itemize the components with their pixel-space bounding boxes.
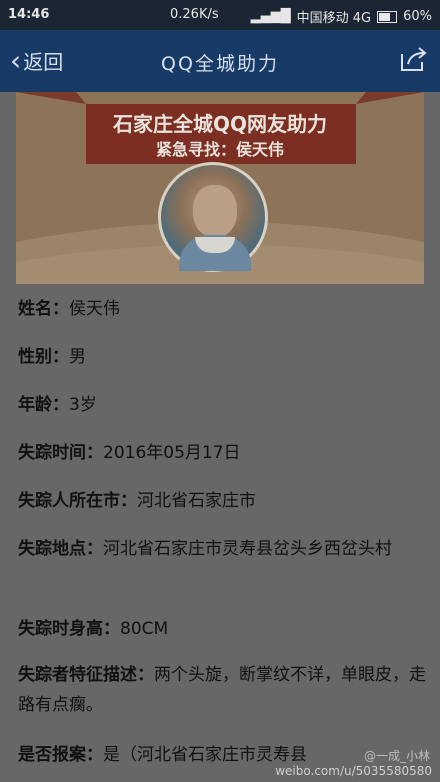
field-gender: 性别：男 xyxy=(18,342,428,372)
page-title: QQ全城助力 xyxy=(161,53,279,75)
nav-bar: ‹ 返回 QQ全城助力 xyxy=(0,30,440,92)
status-battery: 60% xyxy=(403,9,432,24)
field-location: 失踪地点：河北省石家庄市灵寿县岔头乡西岔头村 xyxy=(18,534,428,564)
banner-title: 石家庄全城QQ网友助力 xyxy=(112,112,327,136)
field-label: 性别： xyxy=(18,347,69,367)
status-bar: 14:46 0.26K/s ▂▄▆█ 中国移动 4G 60% xyxy=(0,0,440,30)
field-label: 失踪地点： xyxy=(18,539,103,559)
status-time: 14:46 xyxy=(8,7,50,22)
signal-icon: ▂▄▆█ xyxy=(250,9,291,24)
field-value: 河北省石家庄市灵寿县岔头乡西岔头村 xyxy=(103,539,392,559)
field-age: 年龄：3岁 xyxy=(18,390,428,420)
poster-banner: 石家庄全城QQ网友助力 紧急寻找：侯天伟 xyxy=(16,92,424,284)
status-carrier: 中国移动 4G xyxy=(296,11,372,26)
field-label: 失踪时间： xyxy=(18,443,103,463)
field-value: 是（河北省石家庄市灵寿县 xyxy=(103,745,307,765)
field-label: 是否报案： xyxy=(18,745,103,765)
share-icon[interactable] xyxy=(398,44,428,74)
child-photo xyxy=(158,162,268,272)
field-label: 失踪者特征描述： xyxy=(18,665,154,685)
field-value: 3岁 xyxy=(69,395,97,415)
main-content: 石家庄全城QQ网友助力 紧急寻找：侯天伟 姓名：侯天伟 性别：男 年龄：3岁 失… xyxy=(0,92,440,782)
watermark-handle: @一成_小林 xyxy=(363,749,430,763)
field-height: 失踪时身高：80CM xyxy=(18,614,428,644)
field-label: 姓名： xyxy=(18,299,69,319)
field-features: 失踪者特征描述：两个头旋，断掌纹不详，单眼皮，走路有点瘸。 xyxy=(18,660,428,720)
status-right: ▂▄▆█ 中国移动 4G 60% xyxy=(251,7,432,26)
field-name: 姓名：侯天伟 xyxy=(18,294,428,324)
field-residence: 失踪人所在市：河北省石家庄市 xyxy=(18,486,428,516)
field-value: 男 xyxy=(69,347,86,367)
watermark-url: weibo.com/u/5035580580 xyxy=(275,764,432,778)
field-value: 80CM xyxy=(120,619,169,639)
field-label: 年龄： xyxy=(18,395,69,415)
field-value: 河北省石家庄市 xyxy=(137,491,256,511)
field-value: 2016年05月17日 xyxy=(103,443,241,463)
battery-icon xyxy=(377,10,398,23)
child-face xyxy=(193,185,237,237)
status-net-speed: 0.26K/s xyxy=(170,7,219,22)
banner-subtitle: 紧急寻找：侯天伟 xyxy=(155,140,284,159)
field-label: 失踪人所在市： xyxy=(18,491,137,511)
field-label: 失踪时身高： xyxy=(18,619,120,639)
field-missing-time: 失踪时间：2016年05月17日 xyxy=(18,438,428,468)
field-value: 侯天伟 xyxy=(69,299,120,319)
